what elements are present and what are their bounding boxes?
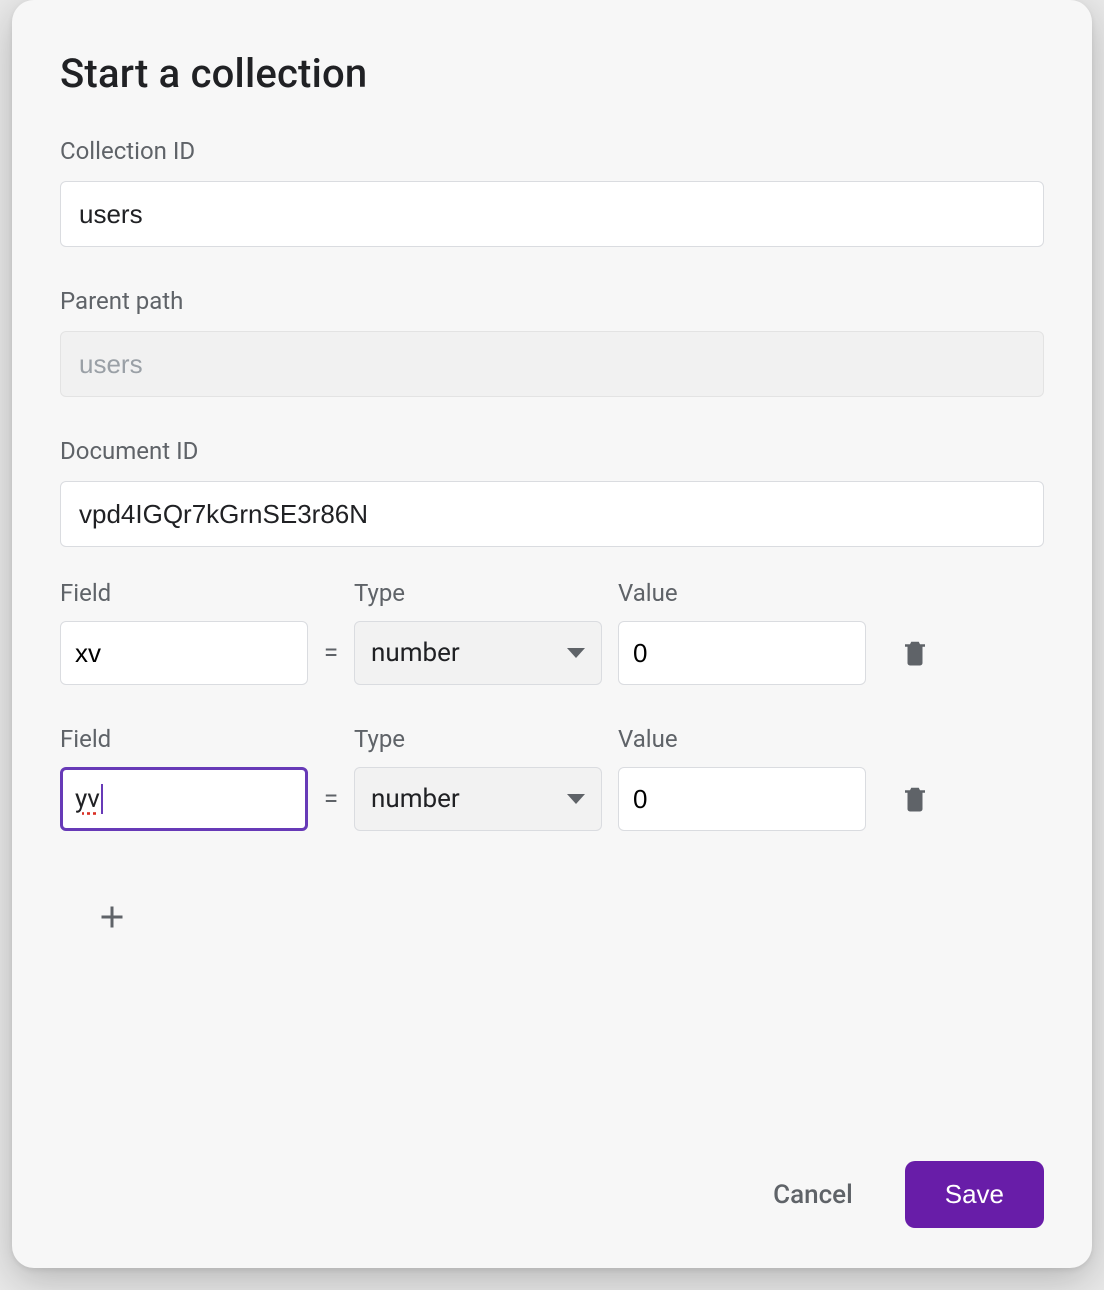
dialog-title: Start a collection <box>60 50 1044 97</box>
col-type-label: Type <box>354 725 405 753</box>
field-value-input[interactable] <box>618 621 866 685</box>
field-type-value: number <box>371 784 460 814</box>
trash-icon <box>900 636 930 670</box>
field-name-input[interactable] <box>60 621 308 685</box>
field-type-select[interactable]: number <box>354 621 602 685</box>
parent-path-group: Parent path <box>60 287 1044 397</box>
collection-id-input[interactable] <box>60 181 1044 247</box>
plus-icon <box>94 899 130 935</box>
chevron-down-icon <box>567 648 585 658</box>
add-field-row <box>60 889 1044 945</box>
cancel-button[interactable]: Cancel <box>765 1168 861 1222</box>
col-value-label: Value <box>618 725 678 753</box>
field-type-value: number <box>371 638 460 668</box>
chevron-down-icon <box>567 794 585 804</box>
dialog-footer: Cancel Save <box>60 1133 1044 1228</box>
col-field-label: Field <box>60 579 111 607</box>
equals-sign: = <box>308 638 354 668</box>
collection-id-label: Collection ID <box>60 137 1044 165</box>
delete-field-button[interactable] <box>892 774 938 824</box>
parent-path-label: Parent path <box>60 287 1044 315</box>
delete-field-button[interactable] <box>892 628 938 678</box>
field-row: = number <box>60 621 1044 685</box>
field-columns-header: Field Type Value <box>60 579 1044 607</box>
field-value-input[interactable] <box>618 767 866 831</box>
col-value-label: Value <box>618 579 678 607</box>
add-field-button[interactable] <box>84 889 140 945</box>
document-id-group: Document ID <box>60 437 1044 547</box>
parent-path-input <box>60 331 1044 397</box>
col-field-label: Field <box>60 725 111 753</box>
document-id-label: Document ID <box>60 437 1044 465</box>
field-row: yv = number <box>60 767 1044 831</box>
document-id-input[interactable] <box>60 481 1044 547</box>
col-type-label: Type <box>354 579 405 607</box>
start-collection-dialog: Start a collection Collection ID Parent … <box>12 0 1092 1268</box>
field-columns-header: Field Type Value <box>60 725 1044 753</box>
field-type-select[interactable]: number <box>354 767 602 831</box>
save-button[interactable]: Save <box>905 1161 1044 1228</box>
equals-sign: = <box>308 784 354 814</box>
field-name-input[interactable]: yv <box>60 767 308 831</box>
collection-id-group: Collection ID <box>60 137 1044 247</box>
trash-icon <box>900 782 930 816</box>
